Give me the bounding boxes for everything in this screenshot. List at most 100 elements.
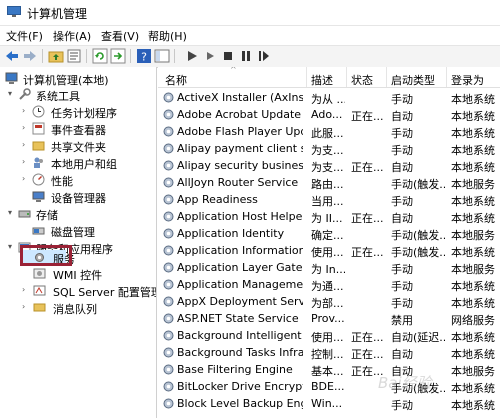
refresh-icon[interactable] (92, 48, 108, 64)
back-icon[interactable] (4, 48, 20, 64)
service-name-cell: BitLocker Drive Encryptio... (177, 380, 303, 393)
watermark: Bai经验 (378, 374, 432, 392)
column-header-status[interactable]: 状态 (351, 72, 373, 88)
event-viewer-icon (32, 122, 45, 135)
forward-icon[interactable] (22, 48, 38, 64)
service-status-cell: 正在... (351, 212, 384, 225)
help-icon[interactable]: ? (136, 48, 152, 64)
console-icon[interactable] (154, 48, 170, 64)
title-bar: 计算机管理 (0, 0, 500, 26)
service-logon-cell: 本地服务 (451, 365, 495, 378)
service-gear-icon (163, 262, 174, 273)
table-row[interactable]: AllJoyn Router Service 路由... 手动(触发... 本地服务 (158, 174, 500, 191)
table-row[interactable]: ASP.NET State Service Prov... 禁用 网络服务 (158, 310, 500, 327)
column-header-name[interactable]: 名称 (165, 72, 187, 88)
chevron-down-icon[interactable]: ▾ (8, 208, 16, 217)
table-row[interactable]: ActiveX Installer (AxInstSV) 为从 ... 手动 本地系统 (158, 89, 500, 106)
service-description-cell: Prov... (311, 312, 345, 325)
table-row[interactable]: AppX Deployment Servic... 为部... 手动 本地系统 (158, 293, 500, 310)
menu-view[interactable]: 查看(V) (101, 28, 139, 44)
device-manager-icon (32, 191, 45, 202)
play-icon[interactable] (184, 48, 200, 64)
service-startup-cell: 手动 (391, 280, 413, 293)
message-queue-icon (33, 303, 46, 312)
table-row[interactable]: Block Level Backup Engi... Win... 手动 本地系统 (158, 395, 500, 412)
computer-management-icon (7, 6, 21, 17)
table-row[interactable]: Application Host Helper ... 为 II... 正在... 自… (158, 208, 500, 225)
service-name-cell: Base Filtering Engine (177, 363, 293, 376)
table-row[interactable]: Application Management 为通... 手动 本地系统 (158, 276, 500, 293)
chevron-right-icon[interactable]: › (22, 123, 30, 132)
column-divider[interactable] (306, 67, 307, 87)
sort-ascending-icon: ^ (230, 67, 237, 74)
chevron-down-icon[interactable]: ▾ (8, 242, 16, 251)
table-row[interactable]: Application Layer Gatewa... 为 In... 手动 本地服务 (158, 259, 500, 276)
properties-icon[interactable] (66, 48, 82, 64)
service-logon-cell: 本地系统 (451, 93, 495, 106)
service-startup-cell: 手动(触发... (391, 229, 445, 242)
service-name-cell: ASP.NET State Service (177, 312, 299, 325)
chevron-right-icon[interactable]: › (22, 302, 30, 311)
menu-help[interactable]: 帮助(H) (148, 28, 187, 44)
service-startup-cell: 手动 (391, 263, 413, 276)
table-row[interactable]: Base Filtering Engine 基本... 正在... 自动 本地服务 (158, 361, 500, 378)
service-startup-cell: 手动(触发... (391, 246, 445, 259)
menu-file[interactable]: 文件(F) (6, 28, 43, 44)
storage-icon (18, 210, 31, 218)
service-logon-cell: 本地系统 (451, 348, 495, 361)
service-startup-cell: 自动 (391, 348, 413, 361)
column-header-description[interactable]: 描述 (311, 72, 333, 88)
service-description-cell: 为支... (311, 161, 344, 174)
restart-icon[interactable] (256, 48, 272, 64)
stop-icon[interactable] (220, 48, 236, 64)
shared-folder-icon (32, 141, 45, 151)
service-gear-icon (163, 109, 174, 120)
table-row[interactable]: Background Tasks Infras... 控制... 正在... 自动 本地… (158, 344, 500, 361)
services-highlight-box (20, 245, 72, 266)
disk-icon (32, 227, 45, 235)
table-row[interactable]: Application Identity 确定... 手动(触发... 本地服务 (158, 225, 500, 242)
service-gear-icon (163, 381, 174, 392)
performance-icon (32, 173, 45, 186)
play-alt-icon[interactable] (202, 48, 218, 64)
export-icon[interactable] (110, 48, 126, 64)
table-row[interactable]: App Readiness 当用... 手动 本地系统 (158, 191, 500, 208)
service-gear-icon (163, 398, 174, 409)
service-gear-icon (163, 296, 174, 307)
table-row[interactable]: Adobe Acrobat Update S... Ado... 正在... 自动 本地… (158, 106, 500, 123)
table-row[interactable]: Alipay payment client sec... 为支... 手动 本地系统 (158, 140, 500, 157)
table-row[interactable]: BitLocker Drive Encryptio...BDE...手动(触发.… (158, 378, 500, 395)
column-divider[interactable] (346, 67, 347, 87)
service-name-cell: AppX Deployment Servic... (177, 295, 303, 308)
menu-action[interactable]: 操作(A) (53, 28, 91, 44)
service-gear-icon (163, 313, 174, 324)
service-description-cell: 基本... (311, 365, 344, 378)
service-name-cell: Alipay security business s... (177, 159, 303, 172)
computer-icon (5, 72, 18, 84)
table-row[interactable]: Background Intelligent T... 使用... 正在... 自动(… (158, 327, 500, 344)
chevron-right-icon[interactable]: › (22, 157, 30, 166)
column-header-startup-type[interactable]: 启动类型 (391, 72, 435, 88)
chevron-down-icon[interactable]: ▾ (8, 89, 16, 98)
chevron-right-icon[interactable]: › (22, 106, 30, 115)
column-header-log-on-as[interactable]: 登录为 (451, 72, 484, 88)
service-description-cell: 为支... (311, 144, 344, 157)
service-description-cell: 为部... (311, 297, 344, 310)
pause-icon[interactable] (238, 48, 254, 64)
table-row[interactable]: Adobe Flash Player Upda... 此服... 手动 本地系统 (158, 123, 500, 140)
table-row[interactable]: Alipay security business s... 为支... 正在... 自… (158, 157, 500, 174)
chevron-right-icon[interactable]: › (22, 140, 30, 149)
chevron-right-icon[interactable]: › (22, 174, 30, 183)
svg-text:?: ? (141, 51, 147, 64)
toolbar-separator (42, 49, 43, 63)
chevron-right-icon[interactable]: › (22, 285, 30, 294)
column-divider[interactable] (386, 67, 387, 87)
folder-up-icon[interactable] (48, 48, 64, 64)
service-description-cell: 确定... (311, 229, 344, 242)
table-row[interactable]: Application Information 使用... 正在... 手动(触发..… (158, 242, 500, 259)
service-description-cell: Win... (311, 397, 343, 410)
column-divider[interactable] (446, 67, 447, 87)
service-logon-cell: 本地系统 (451, 246, 495, 259)
service-logon-cell: 本地系统 (451, 127, 495, 140)
service-gear-icon (163, 279, 174, 290)
